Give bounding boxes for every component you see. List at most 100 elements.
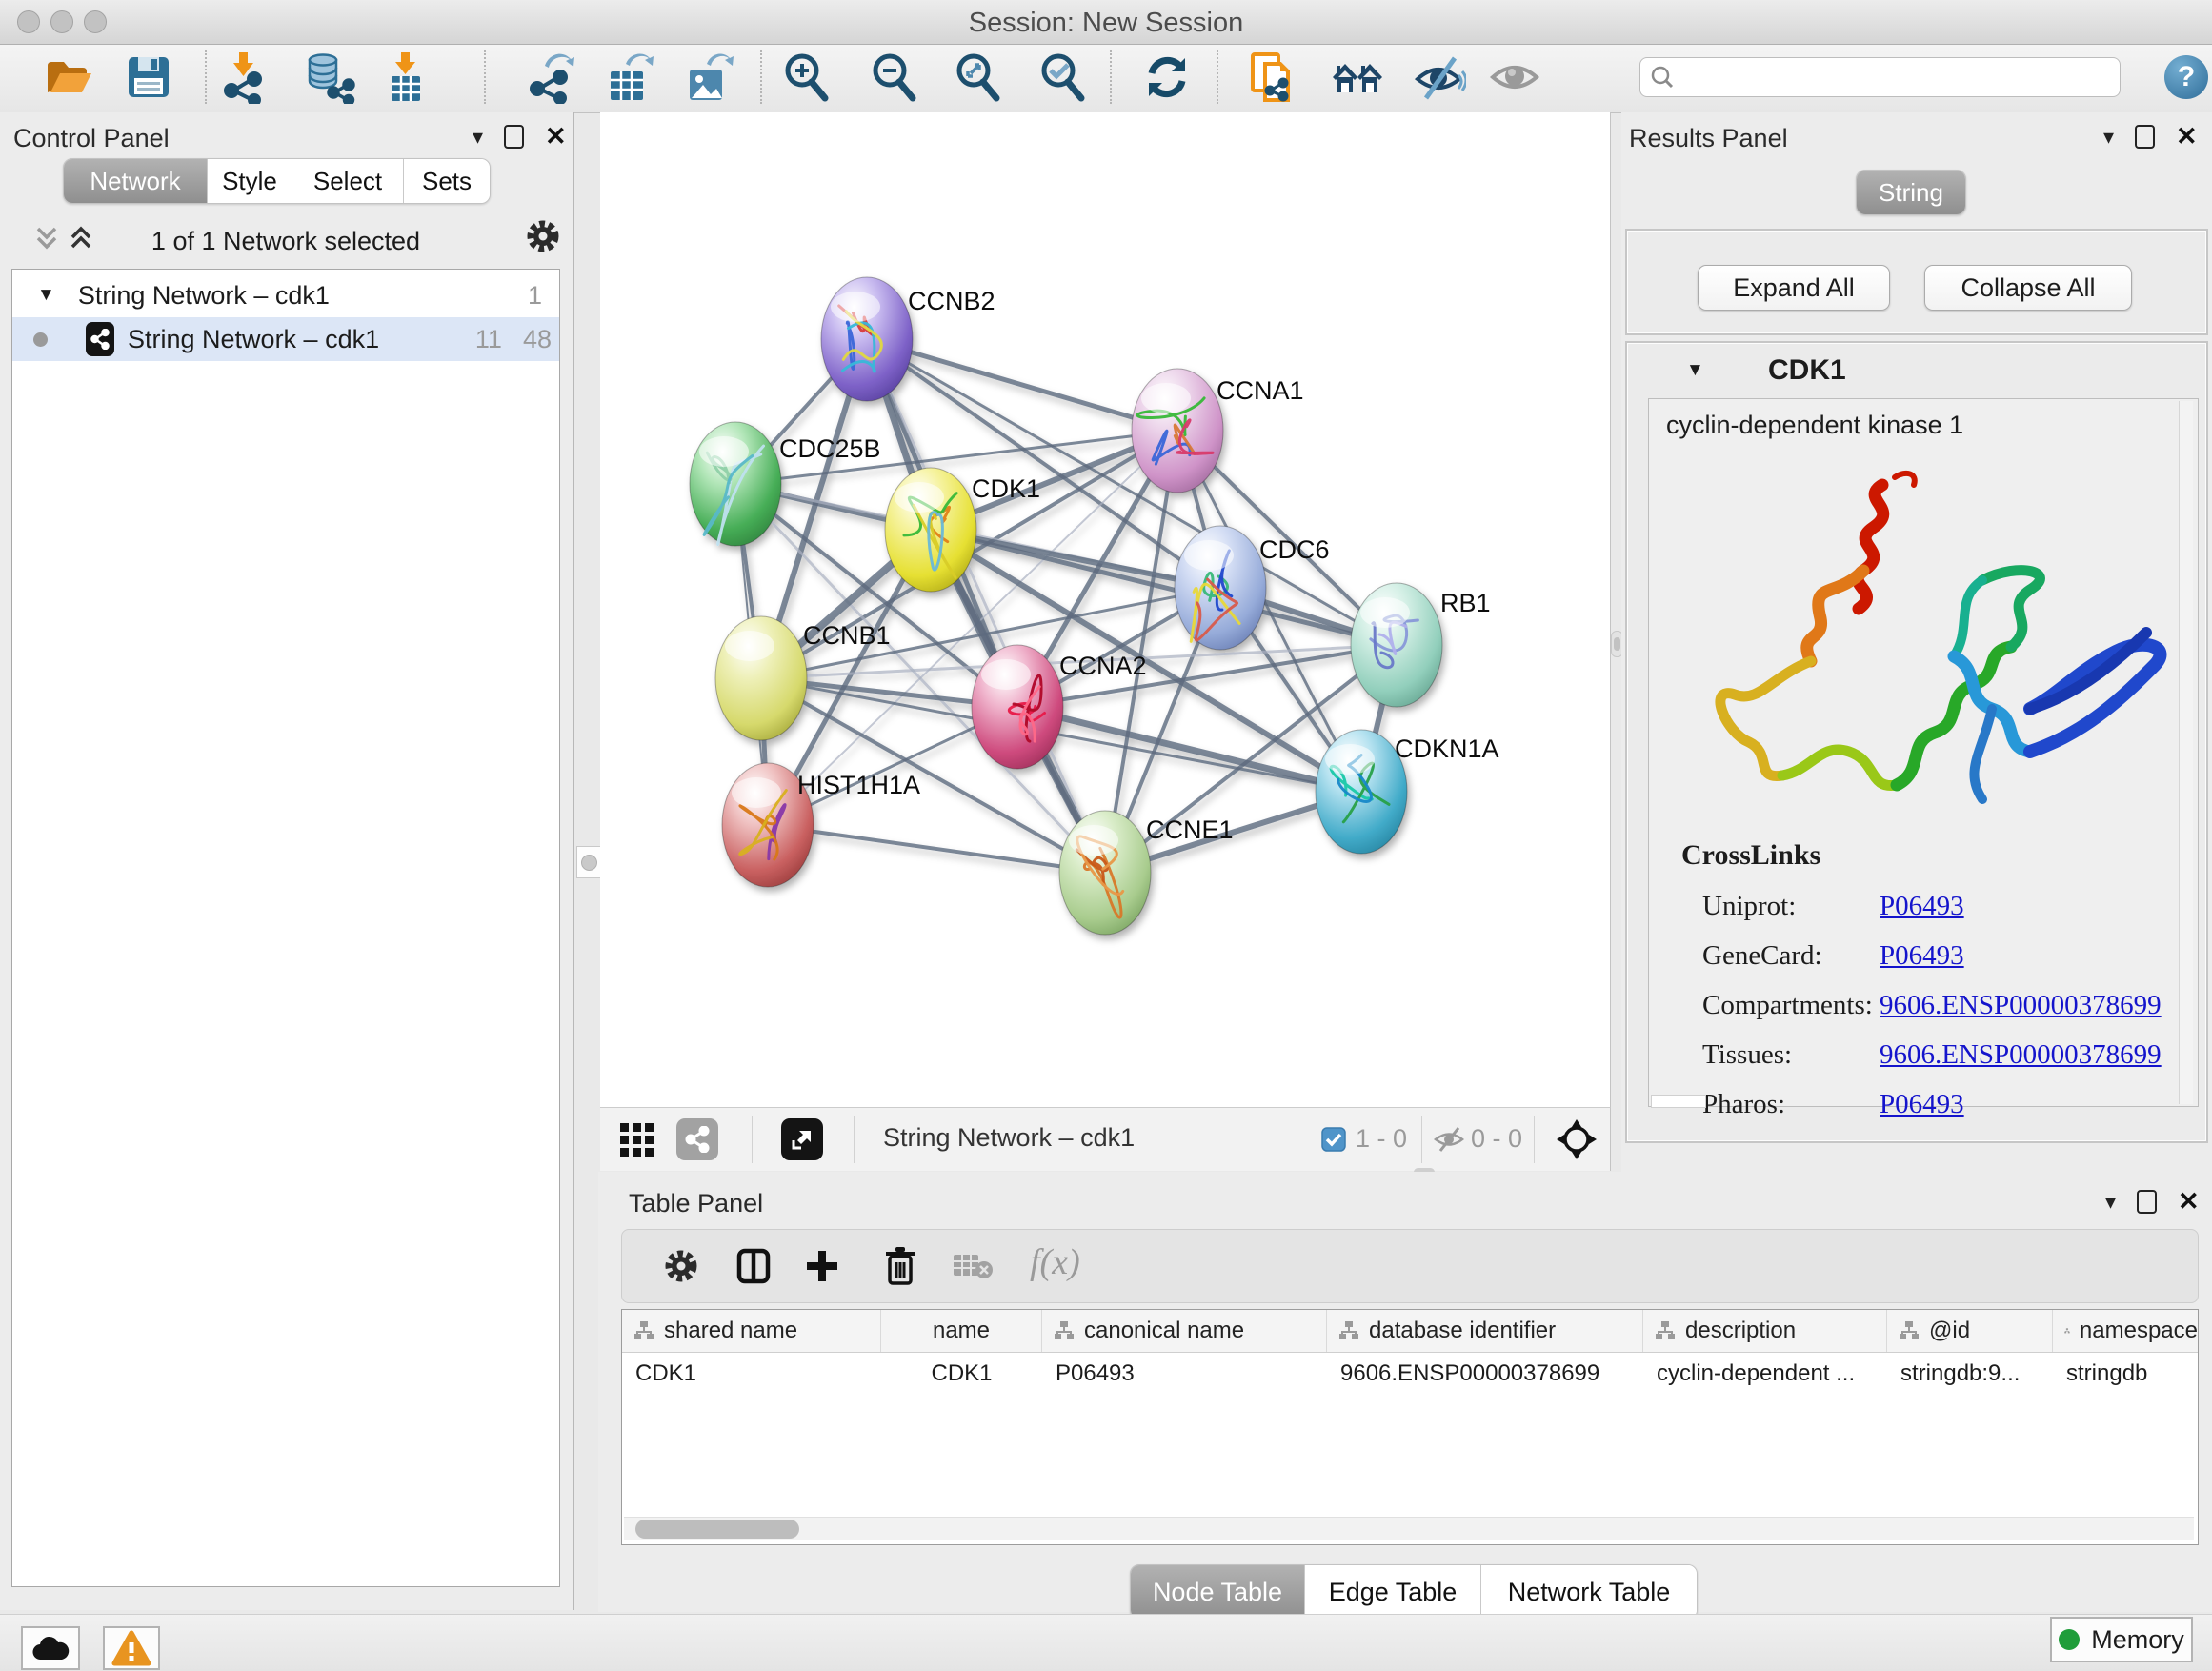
panel-menu-icon[interactable]: ▾ (2105, 1190, 2116, 1215)
double-house-icon[interactable] (1331, 50, 1384, 104)
expand-all-networks-icon[interactable] (67, 223, 95, 258)
float-panel-icon[interactable] (2135, 125, 2155, 149)
zoom-out-icon[interactable] (867, 50, 920, 104)
crosslink-label: Compartments: (1702, 980, 1880, 1030)
export-image-icon[interactable] (682, 50, 735, 104)
tab-string[interactable]: String (1857, 171, 1965, 214)
zoom-in-icon[interactable] (779, 50, 833, 104)
network-collection-row[interactable]: ▼ String Network – cdk1 1 (12, 273, 559, 317)
network-row-selected[interactable]: String Network – cdk1 11 48 (12, 317, 559, 361)
column-header[interactable]: name (881, 1310, 1042, 1352)
zoom-fit-icon[interactable] (951, 50, 1004, 104)
network-edge[interactable] (867, 339, 1177, 431)
network-node-CDC6[interactable] (1175, 526, 1266, 650)
table-gear-icon[interactable] (662, 1247, 700, 1290)
hierarchy-icon (2064, 1320, 2070, 1341)
network-node-CDKN1A[interactable] (1316, 730, 1407, 854)
copy-network-icon[interactable] (1248, 50, 1301, 104)
triangle-down-icon[interactable]: ▼ (37, 285, 55, 306)
tab-style[interactable]: Style (208, 159, 292, 203)
network-canvas[interactable]: CCNB2CCNA1CDC25BCDK1CDC6RB1CCNB1CCNA2CDK… (600, 112, 1611, 1107)
crosslink-link[interactable]: P06493 (1880, 1089, 1964, 1119)
network-view-icon[interactable] (676, 1118, 718, 1160)
import-network-database-icon[interactable] (302, 50, 355, 104)
selected-checkbox-icon[interactable] (1321, 1127, 1346, 1157)
panel-menu-icon[interactable]: ▾ (2103, 125, 2114, 150)
scrollbar-thumb[interactable] (635, 1520, 799, 1539)
memory-button[interactable]: Memory (2050, 1617, 2193, 1662)
table-horizontal-scrollbar[interactable] (624, 1517, 2194, 1540)
close-panel-icon[interactable]: ✕ (2178, 1187, 2200, 1217)
tab-network[interactable]: Network (64, 159, 208, 203)
collapse-all-networks-icon[interactable] (32, 223, 61, 258)
crosslinks-list: Uniprot:P06493 GeneCard:P06493 Compartme… (1702, 881, 2162, 1129)
network-row-label: String Network – cdk1 (128, 325, 379, 354)
column-header[interactable]: shared name (622, 1310, 881, 1352)
show-all-eye-icon[interactable] (1488, 50, 1541, 104)
cell-canonical-name: P06493 (1042, 1353, 1327, 1395)
results-scrollbar[interactable] (2179, 401, 2193, 1104)
column-header[interactable]: canonical name (1042, 1310, 1327, 1352)
network-node-CCNA2[interactable] (972, 645, 1063, 769)
crosslink-link[interactable]: 9606.ENSP00000378699 (1880, 1039, 2162, 1070)
network-node-CDK1[interactable] (885, 468, 976, 592)
expand-all-button[interactable]: Expand All (1698, 265, 1890, 311)
import-network-file-icon[interactable] (216, 50, 270, 104)
export-network-icon[interactable] (524, 50, 577, 104)
network-edge[interactable] (768, 825, 1105, 873)
hierarchy-icon (1655, 1320, 1676, 1341)
column-header[interactable]: database identifier (1327, 1310, 1643, 1352)
delete-columns-icon[interactable] (881, 1245, 919, 1292)
crosslink-link[interactable]: 9606.ENSP00000378699 (1880, 990, 2162, 1020)
network-node-CDC25B[interactable] (690, 422, 781, 546)
network-node-CCNE1[interactable] (1059, 811, 1151, 935)
save-session-icon[interactable] (122, 50, 175, 104)
triangle-down-icon[interactable]: ▼ (1686, 360, 1704, 381)
select-columns-icon[interactable] (734, 1247, 773, 1290)
cloud-button[interactable] (21, 1626, 80, 1670)
separator (1534, 1116, 1535, 1163)
import-table-icon[interactable] (378, 50, 432, 104)
search-input[interactable] (1682, 62, 2120, 93)
close-panel-icon[interactable]: ✕ (2176, 122, 2198, 151)
column-header[interactable]: description (1643, 1310, 1887, 1352)
help-icon[interactable]: ? (2164, 55, 2208, 99)
network-node-CCNB1[interactable] (715, 616, 807, 740)
search-field[interactable] (1639, 57, 2121, 97)
grid-view-icon[interactable] (619, 1120, 657, 1163)
left-splitter-handle[interactable] (576, 846, 601, 878)
panel-menu-icon[interactable]: ▾ (473, 125, 483, 150)
refresh-icon[interactable] (1140, 50, 1194, 104)
network-node-RB1[interactable] (1351, 583, 1442, 707)
network-node-CCNB2[interactable] (821, 277, 913, 401)
warning-button[interactable] (103, 1626, 160, 1670)
open-session-icon[interactable] (42, 50, 95, 104)
fit-content-crosshair-icon[interactable] (1555, 1117, 1599, 1166)
birds-eye-view-icon[interactable] (781, 1118, 823, 1160)
crosslink-link[interactable]: P06493 (1880, 891, 1964, 921)
tab-network-table[interactable]: Network Table (1481, 1565, 1697, 1619)
collapse-all-button[interactable]: Collapse All (1924, 265, 2132, 311)
tab-edge-table[interactable]: Edge Table (1305, 1565, 1481, 1619)
crosslink-label: Tissues: (1702, 1030, 1880, 1079)
create-column-icon[interactable] (803, 1247, 841, 1290)
table-row[interactable]: CDK1 CDK1 P06493 9606.ENSP00000378699 cy… (622, 1353, 2198, 1395)
tab-select[interactable]: Select (292, 159, 404, 203)
column-header[interactable]: @id (1887, 1310, 2053, 1352)
hide-selected-eye-icon[interactable] (1413, 50, 1466, 104)
zoom-selected-icon[interactable] (1036, 50, 1089, 104)
tab-node-table[interactable]: Node Table (1131, 1565, 1305, 1619)
results-scroll-corner (1651, 1095, 1706, 1108)
float-panel-icon[interactable] (504, 125, 524, 149)
close-panel-icon[interactable]: ✕ (545, 122, 567, 151)
export-table-icon[interactable] (603, 50, 656, 104)
network-node-CCNA1[interactable] (1132, 369, 1223, 493)
tab-sets[interactable]: Sets (404, 159, 490, 203)
column-header[interactable]: namespace (2053, 1310, 2198, 1352)
delete-table-icon[interactable] (952, 1251, 994, 1286)
control-panel: Control Panel ▾ ✕ Network Style Select S… (0, 112, 574, 1610)
gear-icon[interactable] (524, 217, 562, 260)
function-builder-icon[interactable]: f(x) (1030, 1241, 1080, 1283)
float-panel-icon[interactable] (2137, 1190, 2157, 1214)
crosslink-link[interactable]: P06493 (1880, 940, 1964, 971)
